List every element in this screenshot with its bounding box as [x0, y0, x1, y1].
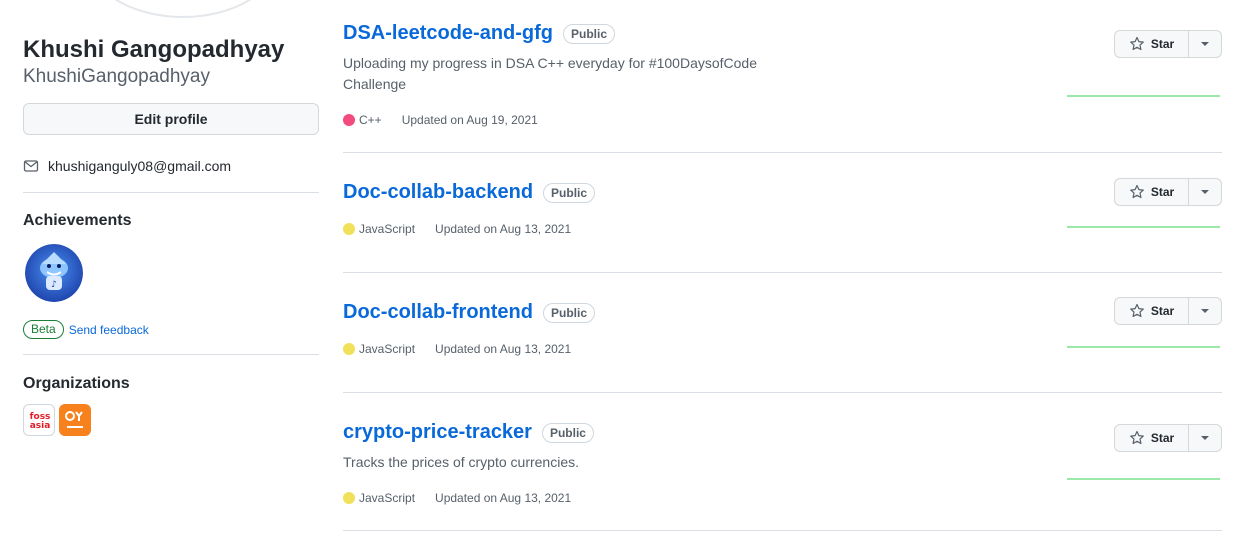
- mail-icon: [23, 158, 39, 174]
- repo-divider: [343, 272, 1222, 273]
- star-dropdown-button[interactable]: [1189, 31, 1221, 57]
- achievements-title: Achievements: [23, 212, 132, 229]
- organizations-title: Organizations: [23, 375, 130, 392]
- repo-description: Tracks the prices of crypto currencies.: [343, 454, 580, 470]
- language-color-dot: [343, 223, 355, 235]
- repo-name-link[interactable]: crypto-price-tracker: [343, 421, 532, 444]
- star-button[interactable]: Star: [1115, 179, 1189, 205]
- activity-sparkline: [1067, 478, 1220, 480]
- visibility-badge: Public: [541, 422, 594, 443]
- repo-updated: Updated on Aug 13, 2021: [435, 342, 572, 356]
- triangle-down-icon: [1200, 308, 1210, 314]
- star-label: Star: [1150, 431, 1175, 445]
- org-logo-fossasia[interactable]: foss asia: [23, 404, 55, 436]
- repo-language: C++: [359, 113, 382, 127]
- visibility-badge: Public: [543, 182, 596, 203]
- repo-meta: JavaScript Updated on Aug 13, 2021: [343, 342, 571, 356]
- repo-item: DSA-leetcode-and-gfg Public Uploading my…: [343, 22, 1222, 132]
- triangle-down-icon: [1200, 435, 1210, 441]
- visibility-badge: Public: [543, 302, 596, 323]
- star-label: Star: [1150, 37, 1175, 51]
- repo-name-link[interactable]: Doc-collab-frontend: [343, 301, 533, 324]
- svg-text:♪: ♪: [51, 280, 57, 290]
- star-button[interactable]: Star: [1115, 298, 1189, 324]
- beta-label: Beta: [23, 320, 64, 339]
- repo-meta: JavaScript Updated on Aug 13, 2021: [343, 222, 571, 236]
- activity-sparkline: [1067, 226, 1220, 228]
- repo-language: JavaScript: [359, 491, 416, 505]
- star-icon: [1129, 303, 1145, 319]
- star-label: Star: [1150, 304, 1175, 318]
- star-dropdown-button[interactable]: [1189, 298, 1221, 324]
- svg-text:asia: asia: [30, 421, 51, 431]
- language-color-dot: [343, 343, 355, 355]
- beta-row: Beta Send feedback: [23, 320, 149, 339]
- repo-divider: [343, 530, 1222, 531]
- activity-sparkline: [1067, 346, 1220, 348]
- star-icon: [1129, 184, 1145, 200]
- email-link[interactable]: khushiganguly08@gmail.com: [48, 158, 231, 174]
- profile-login: KhushiGangopadhyay: [23, 66, 210, 87]
- repo-item: crypto-price-tracker Public Tracks the p…: [343, 421, 1222, 511]
- email-row[interactable]: khushiganguly08@gmail.com: [23, 158, 231, 174]
- avatar[interactable]: [88, 0, 278, 18]
- star-button-group: Star: [1114, 424, 1222, 452]
- repo-meta: JavaScript Updated on Aug 13, 2021: [343, 491, 571, 505]
- star-label: Star: [1150, 185, 1175, 199]
- visibility-badge: Public: [563, 23, 616, 44]
- repo-meta: C++ Updated on Aug 19, 2021: [343, 113, 538, 127]
- star-button-group: Star: [1114, 30, 1222, 58]
- star-button-group: Star: [1114, 178, 1222, 206]
- repo-item: Doc-collab-frontend Public JavaScript Up…: [343, 297, 1222, 371]
- repo-name-link[interactable]: DSA-leetcode-and-gfg: [343, 22, 553, 45]
- repo-language: JavaScript: [359, 222, 416, 236]
- repo-description: Uploading my progress in DSA C++ everyda…: [343, 55, 757, 92]
- repo-divider: [343, 392, 1222, 393]
- org-logo-opntec[interactable]: [59, 404, 91, 436]
- triangle-down-icon: [1200, 41, 1210, 47]
- repo-updated: Updated on Aug 13, 2021: [435, 491, 572, 505]
- language-color-dot: [343, 492, 355, 504]
- star-icon: [1129, 430, 1145, 446]
- star-button-group: Star: [1114, 297, 1222, 325]
- send-feedback-link[interactable]: Send feedback: [69, 323, 149, 337]
- star-icon: [1129, 36, 1145, 52]
- profile-name: Khushi Gangopadhyay: [23, 36, 285, 63]
- star-button[interactable]: Star: [1115, 31, 1189, 57]
- repo-name-link[interactable]: Doc-collab-backend: [343, 181, 533, 204]
- star-button[interactable]: Star: [1115, 425, 1189, 451]
- activity-sparkline: [1067, 95, 1220, 97]
- star-dropdown-button[interactable]: [1189, 425, 1221, 451]
- achievement-badge[interactable]: ♪: [25, 244, 83, 302]
- triangle-down-icon: [1200, 189, 1210, 195]
- sidebar-divider: [23, 354, 319, 355]
- repo-updated: Updated on Aug 13, 2021: [435, 222, 572, 236]
- repo-updated: Updated on Aug 19, 2021: [401, 113, 538, 127]
- language-color-dot: [343, 114, 355, 126]
- edit-profile-button[interactable]: Edit profile: [23, 103, 319, 135]
- repo-language: JavaScript: [359, 342, 416, 356]
- sidebar-divider: [23, 192, 319, 193]
- repo-item: Doc-collab-backend Public JavaScript Upd…: [343, 178, 1222, 251]
- repo-divider: [343, 152, 1222, 153]
- star-dropdown-button[interactable]: [1189, 179, 1221, 205]
